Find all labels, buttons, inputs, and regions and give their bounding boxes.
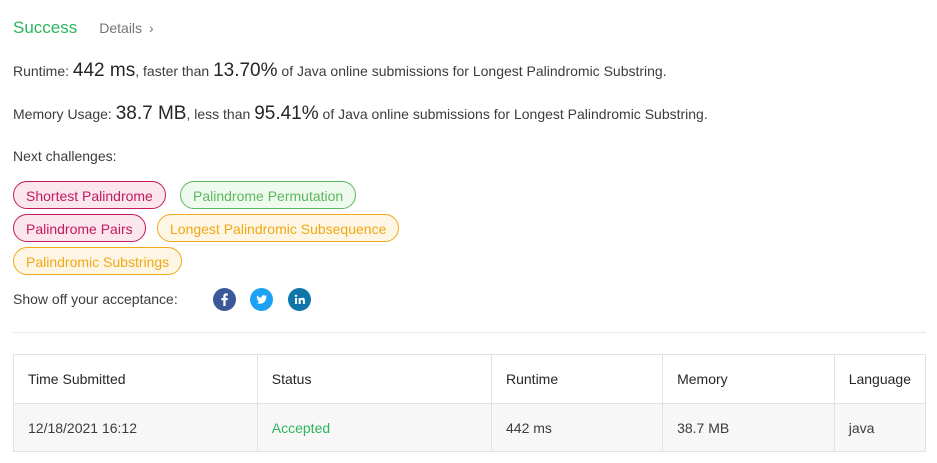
chevron-right-icon: › (149, 20, 154, 36)
runtime-value: 442 ms (72, 60, 136, 81)
memory-summary: Memory Usage: 38.7 MB, less than 95.41% … (13, 103, 708, 125)
challenge-chip-palindromic-substrings[interactable]: Palindromic Substrings (13, 247, 183, 275)
runtime-summary: Runtime: 442 ms, faster than 13.70% of J… (13, 60, 667, 82)
twitter-icon[interactable] (250, 288, 273, 311)
divider (13, 332, 926, 333)
runtime-percent: 13.70% (213, 60, 278, 81)
runtime-label: Runtime: (13, 63, 70, 79)
submission-table: Time Submitted Status Runtime Memory Lan… (13, 354, 927, 452)
column-header-memory: Memory (662, 354, 835, 404)
cell-language: java (833, 403, 927, 452)
challenge-chip-palindrome-pairs[interactable]: Palindrome Pairs (13, 214, 146, 242)
column-header-status: Status (256, 354, 493, 404)
runtime-middle: , faster than (135, 63, 210, 79)
next-challenges-label: Next challenges: (13, 148, 117, 164)
result-header: Success Details › (13, 18, 154, 38)
linkedin-icon[interactable] (288, 288, 311, 311)
column-header-runtime: Runtime (490, 354, 664, 404)
cell-time-submitted: 12/18/2021 16:12 (13, 403, 258, 452)
details-label: Details (99, 20, 143, 36)
table-row: 12/18/2021 16:12 Accepted 442 ms 38.7 MB… (13, 403, 927, 452)
column-header-language: Language (833, 354, 927, 404)
memory-suffix: of Java online submissions for Longest P… (322, 106, 708, 122)
details-link[interactable]: Details › (99, 20, 153, 36)
memory-middle: , less than (186, 106, 251, 122)
share-label: Show off your acceptance: (13, 291, 178, 307)
challenge-chip-longest-palindromic-subsequence[interactable]: Longest Palindromic Subsequence (157, 214, 400, 242)
table-header-row: Time Submitted Status Runtime Memory Lan… (13, 354, 927, 404)
column-header-time-submitted: Time Submitted (13, 354, 258, 404)
memory-value: 38.7 MB (115, 103, 187, 124)
challenge-chip-palindrome-permutation[interactable]: Palindrome Permutation (180, 181, 357, 209)
cell-status: Accepted (256, 403, 493, 452)
cell-runtime: 442 ms (490, 403, 664, 452)
challenge-chip-shortest-palindrome[interactable]: Shortest Palindrome (13, 181, 166, 209)
memory-percent: 95.41% (254, 103, 319, 124)
cell-memory: 38.7 MB (662, 403, 835, 452)
status-link-accepted[interactable]: Accepted (272, 420, 330, 436)
facebook-icon[interactable] (213, 288, 236, 311)
memory-label: Memory Usage: (13, 106, 112, 122)
runtime-suffix: of Java online submissions for Longest P… (281, 63, 667, 79)
result-status: Success (13, 18, 78, 37)
